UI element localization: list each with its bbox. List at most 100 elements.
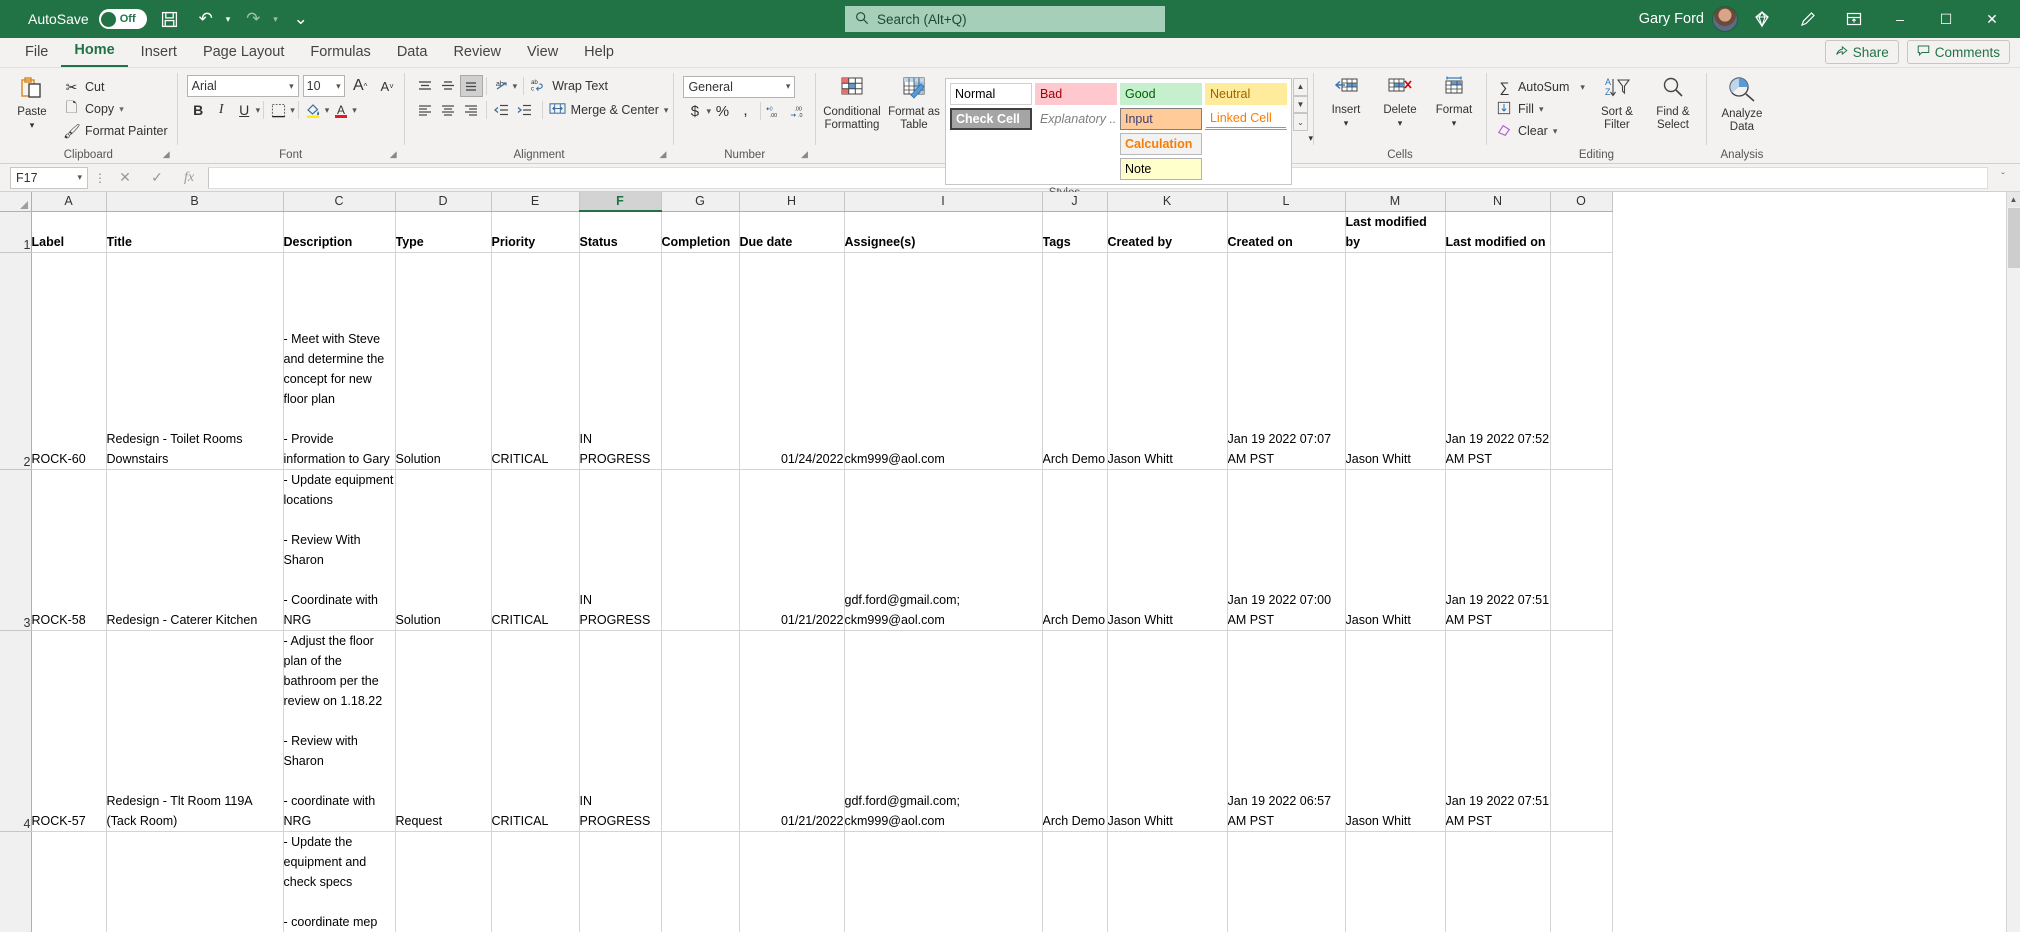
cell-G1[interactable]: Completion [661,211,740,253]
borders-icon[interactable] [267,99,290,121]
cell-B2[interactable]: Redesign - Toilet Rooms Downstairs [106,252,284,470]
tab-insert[interactable]: Insert [128,40,190,67]
cell-I1[interactable]: Assignee(s) [844,211,1043,253]
alignment-dialog-launcher-icon[interactable]: ◢ [660,146,667,162]
number-format-dropdown-icon[interactable]: ▾ [786,81,791,92]
style-input[interactable]: Input [1119,108,1202,130]
cell-L3[interactable]: Jan 19 2022 07:00 AM PST [1227,469,1346,631]
scroll-down-icon[interactable]: ▼ [1292,95,1308,114]
insert-cells-dropdown-icon[interactable]: ▾ [1344,118,1349,128]
cell-C1[interactable]: Description [283,211,396,253]
cell-E5[interactable]: CRITICAL [491,831,580,932]
font-size-dropdown-icon[interactable]: ▾ [336,81,341,92]
cell-D5[interactable]: Solution [395,831,492,932]
cell-K1[interactable]: Created by [1107,211,1228,253]
fill-button[interactable]: Fill ▾ [1492,98,1589,120]
merge-center-dropdown-icon[interactable]: ▾ [664,105,669,116]
style-calculation[interactable]: Calculation [1119,133,1202,155]
user-name[interactable]: Gary Ford [1639,11,1704,27]
format-cells-button[interactable]: Format ▾ [1427,74,1481,131]
col-header-C[interactable]: C [283,192,396,212]
cell-N2[interactable]: Jan 19 2022 07:52 AM PST [1445,252,1551,470]
cell-F1[interactable]: Status [579,211,662,253]
redo-icon[interactable]: ↷ [240,6,266,32]
delete-cells-dropdown-icon[interactable]: ▾ [1398,118,1403,128]
cell-M5[interactable]: Jason Whitt [1345,831,1446,932]
cell-D1[interactable]: Type [395,211,492,253]
cell-E1[interactable]: Priority [491,211,580,253]
col-header-N[interactable]: N [1445,192,1551,212]
cell-O4[interactable] [1550,630,1613,832]
font-name-dropdown-icon[interactable]: ▾ [289,81,294,92]
scroll-up-arrow-icon[interactable]: ▲ [2006,192,2020,207]
cell-F5[interactable]: IN PROGRESS [579,831,662,932]
col-header-K[interactable]: K [1107,192,1228,212]
tab-view[interactable]: View [514,40,571,67]
cell-M1[interactable]: Last modified by [1345,211,1446,253]
paste-button[interactable]: Paste ▾ [5,74,59,133]
fill-dropdown-icon[interactable]: ▾ [1539,104,1544,115]
delete-cells-button[interactable]: Delete ▾ [1373,74,1427,131]
cell-A1[interactable]: Label [31,211,107,253]
cell-C5[interactable]: - Update the equipment and check specs -… [283,831,396,932]
conditional-formatting-dropdown-icon[interactable]: ▾ [1308,133,1313,143]
clear-button[interactable]: Clear ▾ [1492,120,1589,142]
select-all-corner[interactable] [0,192,32,212]
wrap-text-button[interactable]: ab c Wrap Text [530,77,608,96]
cell-N3[interactable]: Jan 19 2022 07:51 AM PST [1445,469,1551,631]
cell-L4[interactable]: Jan 19 2022 06:57 AM PST [1227,630,1346,832]
table-row[interactable]: 5 ROCK-59 Redesign - Bar - Update the eq… [0,831,1613,932]
maximize-button[interactable]: ☐ [1924,0,1968,38]
underline-button[interactable]: U [233,99,256,121]
font-size-input[interactable]: 10 ▾ [302,75,345,97]
cell-D3[interactable]: Solution [395,469,492,631]
style-explanatory[interactable]: Explanatory ... [1034,108,1117,130]
col-header-L[interactable]: L [1227,192,1346,212]
tab-page-layout[interactable]: Page Layout [190,40,297,67]
table-row[interactable]: 3 ROCK-58 Redesign - Caterer Kitchen - U… [0,469,1613,631]
paste-dropdown-icon[interactable]: ▾ [30,120,35,130]
align-bottom-icon[interactable] [459,75,483,97]
cell-O5[interactable] [1550,831,1613,932]
format-as-table-button[interactable]: Format as Table [886,74,942,134]
enter-formula-icon[interactable]: ✓ [144,169,170,186]
font-name-input[interactable]: Arial ▾ [186,75,299,97]
format-cells-dropdown-icon[interactable]: ▾ [1452,118,1457,128]
cell-E3[interactable]: CRITICAL [491,469,580,631]
styles-gallery-scroll[interactable]: ▲ ▼ ⌄ [1292,78,1308,132]
cell-B3[interactable]: Redesign - Caterer Kitchen [106,469,284,631]
cell-C2[interactable]: - Meet with Steve and determine the conc… [283,252,396,470]
cell-N1[interactable]: Last modified on [1445,211,1551,253]
col-header-A[interactable]: A [31,192,107,212]
row-header-3[interactable]: 3 [0,469,32,631]
cell-C3[interactable]: - Update equipment locations - Review Wi… [283,469,396,631]
gallery-more-icon[interactable]: ⌄ [1292,113,1308,132]
autosave-toggle[interactable]: Off [98,9,147,29]
comma-style-icon[interactable]: , [734,100,757,122]
cell-K3[interactable]: Jason Whitt [1107,469,1228,631]
col-header-F[interactable]: F [579,192,662,212]
cell-D2[interactable]: Solution [395,252,492,470]
cell-A4[interactable]: ROCK-57 [31,630,107,832]
close-button[interactable]: ✕ [1970,0,2014,38]
currency-icon[interactable]: $ [683,100,706,122]
row-header-5[interactable]: 5 [0,831,32,932]
font-color-dropdown-icon[interactable]: ▾ [352,105,357,116]
tab-review[interactable]: Review [440,40,514,67]
merge-center-button[interactable]: Merge & Center ▾ [549,101,669,119]
undo-icon[interactable]: ↶ [193,6,219,32]
cell-N4[interactable]: Jan 19 2022 07:51 AM PST [1445,630,1551,832]
row-header-1[interactable]: 1 [0,211,32,253]
analyze-data-button[interactable]: Analyze Data [1712,74,1772,136]
align-middle-icon[interactable] [437,75,460,97]
decrease-decimal-icon[interactable]: 0.00 [764,100,787,122]
cell-K5[interactable]: Jason Whitt [1107,831,1228,932]
autosum-button[interactable]: ∑ AutoSum ▾ [1492,76,1589,98]
user-avatar[interactable] [1712,6,1738,32]
col-header-D[interactable]: D [395,192,492,212]
cell-H3[interactable]: 01/21/2022 [739,469,845,631]
align-left-icon[interactable] [414,99,437,121]
clipboard-dialog-launcher-icon[interactable]: ◢ [163,146,170,162]
minimize-button[interactable]: – [1878,0,1922,38]
cell-J1[interactable]: Tags [1042,211,1108,253]
